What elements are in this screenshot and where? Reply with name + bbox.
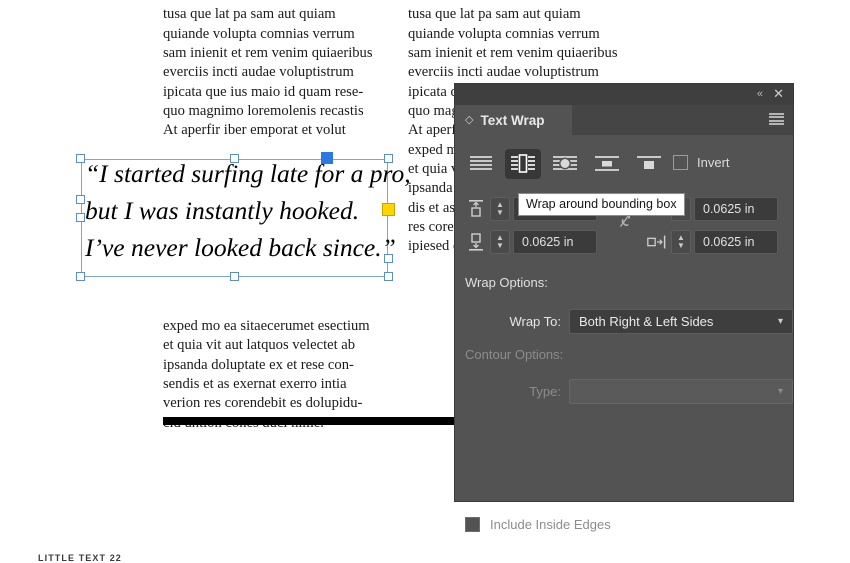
paragraph-line: tusa que lat pa sam aut quiam: [163, 6, 336, 23]
collapse-icon[interactable]: «: [757, 87, 763, 101]
chevron-down-icon: ▼: [496, 241, 504, 250]
panel-title-bar: « ✕: [455, 84, 793, 105]
selection-handle-bottom-right[interactable]: [384, 272, 393, 281]
offset-right-row: ▲ ▼ 0.0625 in: [646, 230, 778, 254]
contour-options-label: Contour Options:: [465, 347, 564, 362]
pullquote-text-frame[interactable]: “I started surfing late for a pro, but I…: [76, 152, 411, 281]
selection-handle-right-lower[interactable]: [384, 254, 393, 263]
wrap-mode-jump-next-column-button[interactable]: [631, 149, 667, 179]
diamond-icon: ◇: [465, 113, 474, 126]
contour-type-label: Type:: [529, 384, 561, 399]
wrap-mode-button-group: [463, 149, 667, 179]
paragraph-line: verion res corendebit es dolupidu-: [163, 395, 363, 412]
tab-text-wrap[interactable]: ◇ Text Wrap: [455, 105, 572, 135]
wrap-options-label: Wrap Options:: [465, 275, 548, 290]
paragraph-line: quiande volupta comnias verrum: [408, 25, 600, 42]
paragraph-line: exped mo ea sitaecerumet esectium: [163, 318, 370, 334]
chevron-down-icon: ▾: [777, 386, 783, 397]
screen: cones duci nime evendis et essun- tusa q…: [0, 0, 850, 563]
selection-handle-active[interactable]: [321, 152, 333, 164]
selection-handle-left-lower[interactable]: [76, 213, 85, 222]
document-column-left-lower: exped mo ea sitaecerumet esectium et qui…: [163, 317, 393, 433]
offset-left-input[interactable]: 0.0625 in: [694, 197, 778, 221]
selection-handle-bottom-left[interactable]: [76, 272, 85, 281]
offset-right-input[interactable]: 0.0625 in: [694, 230, 778, 254]
selection-handle-top-right[interactable]: [384, 154, 393, 163]
paragraph-line: everciis incti audae voluptistrum: [163, 64, 354, 81]
chevron-down-icon: ▼: [496, 208, 504, 217]
chevron-down-icon: ▼: [677, 241, 685, 250]
include-inside-edges-label: Include Inside Edges: [490, 517, 611, 532]
invert-label: Invert: [697, 155, 730, 170]
panel-tab-row: ◇ Text Wrap: [455, 105, 793, 135]
wrap-to-label: Wrap To:: [509, 314, 561, 329]
offset-right-stepper[interactable]: ▲ ▼: [671, 230, 691, 254]
selection-handle-yellow[interactable]: [382, 203, 395, 216]
include-inside-edges-row: Include Inside Edges: [465, 517, 611, 532]
paragraph-line: ipsanda doluptate ex et rese con-: [163, 356, 354, 373]
offset-bottom-icon: [465, 230, 487, 254]
footer-slug: LITTLE TEXT 22: [38, 553, 122, 563]
close-icon[interactable]: ✕: [773, 85, 784, 102]
jump-object-icon: [595, 156, 619, 171]
wrap-to-value: Both Right & Left Sides: [579, 314, 714, 329]
paragraph-line: At aperfir iber emporat et volut: [163, 122, 346, 139]
pullquote-line: but I was instantly hooked.: [85, 196, 360, 225]
wrap-mode-jump-object-button[interactable]: [589, 149, 625, 179]
wrap-mode-no-text-wrap-button[interactable]: [463, 149, 499, 179]
paragraph-line: everciis incti audae voluptistrum: [408, 64, 599, 81]
offset-bottom-input[interactable]: 0.0625 in: [513, 230, 597, 254]
selection-handle-bottom-center[interactable]: [230, 272, 239, 281]
pullquote-line: I’ve never looked back since.”: [85, 233, 396, 262]
no-text-wrap-icon: [470, 156, 492, 170]
paragraph-line: quo magnimo loremolenis recastis: [163, 103, 364, 120]
paragraph-line: tusa que lat pa sam aut quiam: [408, 6, 581, 23]
paragraph-line: quiande volupta comnias verrum: [163, 25, 355, 42]
include-inside-edges-checkbox: [465, 517, 480, 532]
paragraph-line: sam inienit et rem venim quiaeribus: [163, 45, 373, 62]
offset-right-icon: [646, 230, 668, 254]
black-rule: [163, 417, 457, 425]
selection-handle-top-left[interactable]: [76, 154, 85, 163]
selection-handle-top-center[interactable]: [230, 154, 239, 163]
wrap-around-bounding-box-icon: [511, 154, 535, 173]
wrap-mode-bounding-box-button[interactable]: [505, 149, 541, 179]
chevron-down-icon: ▾: [777, 316, 783, 327]
contour-type-select: ▾: [569, 379, 793, 404]
paragraph-line: sam inienit et rem venim quiaeribus: [408, 45, 618, 62]
jump-to-next-column-icon: [637, 156, 661, 169]
contour-type-row: Type: ▾: [465, 379, 793, 404]
text-wrap-panel: « ✕ ◇ Text Wrap Invert ▲ ▼ 0.0625 in ▲ ▼…: [455, 84, 793, 532]
invert-checkbox-row[interactable]: Invert: [673, 155, 730, 170]
selection-handle-middle-left[interactable]: [76, 195, 85, 204]
document-column-left-upper: cones duci nime evendis et essun- tusa q…: [163, 0, 393, 141]
offset-bottom-stepper[interactable]: ▲ ▼: [490, 230, 510, 254]
offset-top-stepper[interactable]: ▲ ▼: [490, 197, 510, 221]
paragraph-line: sendis et as exernat exerro intia: [163, 376, 347, 393]
tooltip: Wrap around bounding box: [518, 193, 685, 216]
invert-checkbox[interactable]: [673, 155, 688, 170]
pullquote-text: “I started surfing late for a pro, but I…: [85, 155, 411, 266]
wrap-to-row: Wrap To: Both Right & Left Sides ▾: [465, 309, 793, 334]
paragraph-line: ipicata que ius maio id quam rese-: [163, 83, 364, 100]
panel-menu-icon[interactable]: [769, 113, 784, 125]
offset-bottom-row: ▲ ▼ 0.0625 in: [465, 230, 597, 254]
offset-top-icon: [465, 197, 487, 221]
wrap-to-select[interactable]: Both Right & Left Sides ▾: [569, 309, 793, 334]
wrap-mode-object-shape-button[interactable]: [547, 149, 583, 179]
paragraph-line: et quia vit aut latquos velectet ab: [163, 337, 356, 354]
panel-title: Text Wrap: [480, 112, 545, 128]
wrap-around-object-shape-icon: [553, 156, 577, 170]
